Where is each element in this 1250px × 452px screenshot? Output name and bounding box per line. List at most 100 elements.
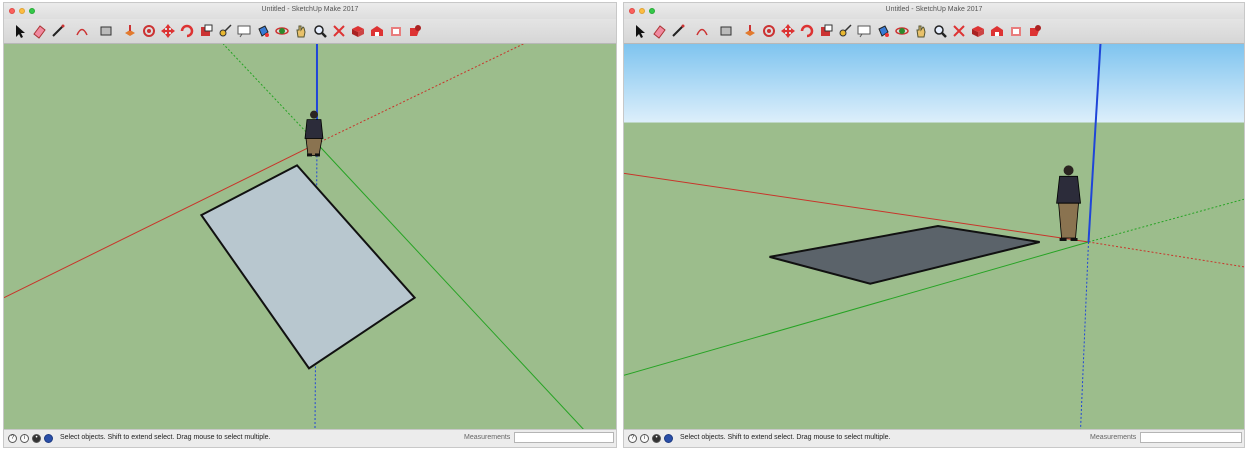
push-pull-tool-button[interactable]	[742, 23, 758, 39]
text-tool-button[interactable]	[236, 23, 252, 39]
getting-started-toolbar	[4, 19, 616, 44]
warehouse-tool-button[interactable]	[989, 23, 1005, 39]
rotate-icon	[180, 24, 194, 38]
warehouse-tool-button[interactable]	[369, 23, 385, 39]
sky	[624, 44, 1244, 123]
select-icon	[16, 25, 25, 38]
help-icon[interactable]: ?	[628, 434, 637, 443]
zoom-icon	[314, 25, 327, 38]
extension-warehouse-tool-button[interactable]	[1008, 23, 1024, 39]
getting-started-toolbar	[624, 19, 1244, 44]
sketchup-window-perspective-view: Untitled - SketchUp Make 2017 ? i • Sele…	[623, 2, 1245, 448]
user-icon[interactable]: •	[652, 434, 661, 443]
orbit-tool-button[interactable]	[894, 23, 910, 39]
scale-tool-button[interactable]	[818, 23, 834, 39]
red-axis-negative	[316, 44, 525, 144]
layout-tool-button[interactable]	[1027, 23, 1043, 39]
select-icon	[636, 25, 645, 38]
user-icon[interactable]: •	[32, 434, 41, 443]
layout-icon	[410, 25, 421, 36]
info-icon[interactable]: i	[640, 434, 649, 443]
measurements-label: Measurements	[1090, 434, 1137, 441]
shape-icon	[720, 26, 732, 36]
extension-warehouse-tool-button[interactable]	[388, 23, 404, 39]
offset-tool-button[interactable]	[141, 23, 157, 39]
orbit-icon	[895, 27, 909, 35]
measurements-input[interactable]	[514, 432, 614, 443]
eraser-tool-button[interactable]	[31, 23, 47, 39]
person-figure[interactable]	[304, 110, 324, 157]
sketchup-window-top-view: Untitled - SketchUp Make 2017 ? i • Sele…	[3, 2, 617, 448]
shape-icon	[100, 26, 112, 36]
drawing-area[interactable]	[4, 44, 616, 430]
select-tool-button[interactable]	[632, 23, 648, 39]
warehouse-icon	[371, 26, 383, 36]
rotate-tool-button[interactable]	[799, 23, 815, 39]
help-icon[interactable]: ?	[8, 434, 17, 443]
offset-tool-button[interactable]	[761, 23, 777, 39]
text-icon	[237, 25, 251, 38]
line-icon	[672, 24, 685, 37]
push-pull-tool-button[interactable]	[122, 23, 138, 39]
warehouse-icon	[991, 26, 1003, 36]
paint-bucket-tool-button[interactable]	[875, 23, 891, 39]
offset-icon	[143, 25, 155, 37]
eraser-tool-button[interactable]	[651, 23, 667, 39]
push-pull-icon	[745, 25, 755, 36]
text-tool-button[interactable]	[856, 23, 872, 39]
shape-tool-button[interactable]	[98, 23, 114, 39]
status-message: Select objects. Shift to extend select. …	[60, 434, 271, 441]
pan-tool-button[interactable]	[913, 23, 929, 39]
components-tool-button[interactable]	[970, 23, 986, 39]
paint-bucket-tool-button[interactable]	[255, 23, 271, 39]
arc-icon	[76, 28, 88, 36]
rotate-icon	[800, 24, 814, 38]
status-bar: ? i • Select objects. Shift to extend se…	[624, 429, 1244, 447]
tape-measure-tool-button[interactable]	[837, 23, 853, 39]
orbit-icon	[275, 27, 289, 35]
drawing-area[interactable]	[624, 44, 1244, 430]
measurements-input[interactable]	[1140, 432, 1242, 443]
move-icon	[781, 24, 795, 38]
tape-measure-icon	[839, 24, 852, 37]
line-tool-button[interactable]	[670, 23, 686, 39]
measurements-label: Measurements	[464, 434, 511, 441]
pan-icon	[296, 25, 306, 38]
zoom-tool-button[interactable]	[312, 23, 328, 39]
info-icon[interactable]: i	[20, 434, 29, 443]
eraser-icon	[653, 25, 666, 39]
ground	[624, 122, 1244, 430]
zoom-extents-tool-button[interactable]	[331, 23, 347, 39]
window-title: Untitled - SketchUp Make 2017	[885, 6, 983, 13]
components-icon	[972, 26, 984, 37]
arc-tool-button[interactable]	[74, 23, 90, 39]
rotate-tool-button[interactable]	[179, 23, 195, 39]
scene-canvas	[624, 44, 1244, 430]
move-icon	[161, 24, 175, 38]
scale-icon	[201, 24, 213, 36]
shape-tool-button[interactable]	[718, 23, 734, 39]
arc-tool-button[interactable]	[694, 23, 710, 39]
zoom-extents-tool-button[interactable]	[951, 23, 967, 39]
push-pull-icon	[125, 25, 135, 36]
pan-tool-button[interactable]	[293, 23, 309, 39]
rectangle-face[interactable]	[199, 164, 417, 370]
orbit-tool-button[interactable]	[274, 23, 290, 39]
line-tool-button[interactable]	[50, 23, 66, 39]
geo-icon[interactable]	[44, 434, 53, 443]
status-message: Select objects. Shift to extend select. …	[680, 434, 891, 441]
tape-measure-tool-button[interactable]	[217, 23, 233, 39]
select-tool-button[interactable]	[12, 23, 28, 39]
components-icon	[352, 26, 364, 37]
eraser-icon	[33, 25, 46, 39]
move-tool-button[interactable]	[780, 23, 796, 39]
green-axis-negative	[222, 44, 318, 144]
geo-icon[interactable]	[664, 434, 673, 443]
layout-tool-button[interactable]	[407, 23, 423, 39]
status-bar: ? i • Select objects. Shift to extend se…	[4, 429, 616, 447]
move-tool-button[interactable]	[160, 23, 176, 39]
components-tool-button[interactable]	[350, 23, 366, 39]
scale-tool-button[interactable]	[198, 23, 214, 39]
zoom-tool-button[interactable]	[932, 23, 948, 39]
tape-measure-icon	[219, 24, 232, 37]
